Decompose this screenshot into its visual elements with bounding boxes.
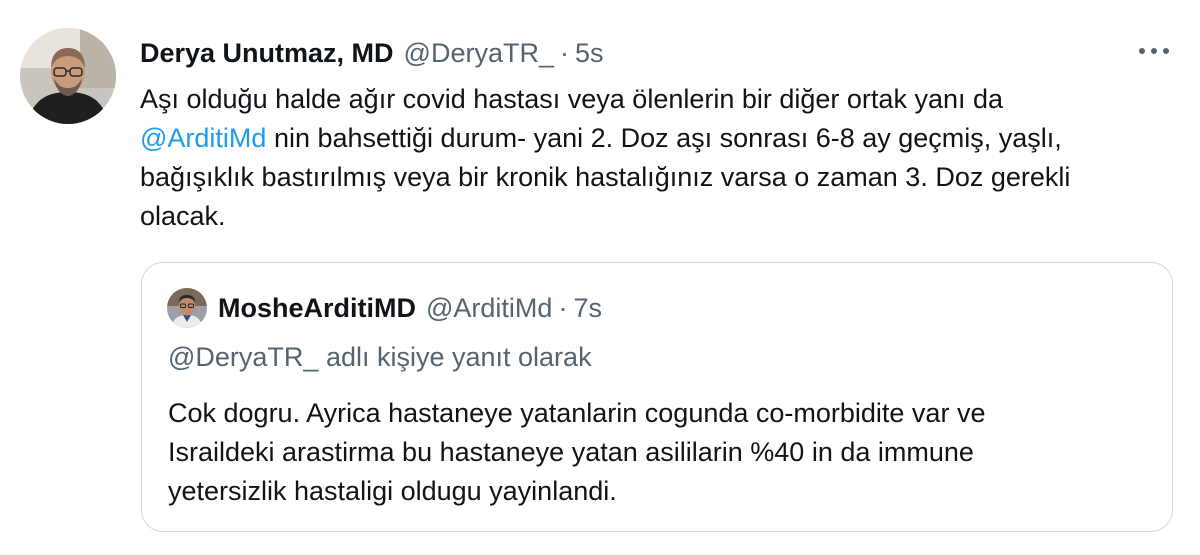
- profile-photo-icon: [20, 28, 116, 124]
- quoted-author-avatar: [167, 288, 207, 328]
- author-handle[interactable]: @DeryaTR_: [404, 38, 554, 69]
- author-avatar[interactable]: [20, 28, 116, 124]
- separator-dot: ·: [558, 292, 568, 323]
- tweet-body-line: olacak.: [140, 197, 1180, 236]
- quoted-tweet-header: MosheArditiMD @ArditiMd · 7s: [218, 291, 602, 325]
- tweet-header: Derya Unutmaz, MD @DeryaTR_ · 5s: [140, 36, 604, 70]
- tweet-body-line: Aşı olduğu halde ağır covid hastası veya…: [140, 80, 1180, 119]
- separator-dot: ·: [560, 37, 569, 68]
- reply-context: @DeryaTR_ adlı kişiye yanıt olarak: [168, 342, 592, 372]
- tweet-card[interactable]: Derya Unutmaz, MD @DeryaTR_ · 5s Aşı old…: [0, 0, 1200, 555]
- tweet-body: Aşı olduğu halde ağır covid hastası veya…: [140, 80, 1180, 236]
- tweet-text: bağışıklık bastırılmış veya bir kronik h…: [140, 162, 1071, 192]
- tweet-body-line: @ArditiMd nin bahsettiği durum- yani 2. …: [140, 119, 1180, 158]
- quoted-author-handle: @ArditiMd: [426, 292, 553, 323]
- more-horizontal-icon: [1139, 48, 1169, 54]
- mention-link[interactable]: @ArditiMd: [140, 123, 266, 153]
- quoted-tweet-body: Cok dogru. Ayrica hastaneye yatanlarin c…: [168, 394, 1158, 511]
- profile-photo-icon: [167, 288, 207, 328]
- tweet-text: Aşı olduğu halde ağır covid hastası veya…: [140, 84, 1004, 114]
- author-name[interactable]: Derya Unutmaz, MD: [140, 38, 394, 69]
- quoted-body-line: Cok dogru. Ayrica hastaneye yatanlarin c…: [168, 398, 986, 428]
- tweet-text: olacak.: [140, 201, 226, 231]
- quoted-tweet[interactable]: MosheArditiMD @ArditiMd · 7s @DeryaTR_ a…: [141, 262, 1173, 532]
- more-options-button[interactable]: [1134, 36, 1174, 66]
- quoted-author-name: MosheArditiMD: [218, 292, 416, 323]
- quoted-tweet-timestamp: 7s: [573, 292, 602, 323]
- quoted-body-line: Israildeki arastirma bu hastaneye yatan …: [168, 437, 974, 467]
- quoted-body-line: yetersizlik hastaligi oldugu yayinlandi.: [168, 476, 617, 506]
- tweet-timestamp[interactable]: 5s: [575, 38, 604, 69]
- tweet-text: nin bahsettiği durum- yani 2. Doz aşı so…: [266, 123, 1062, 153]
- tweet-body-line: bağışıklık bastırılmış veya bir kronik h…: [140, 158, 1180, 197]
